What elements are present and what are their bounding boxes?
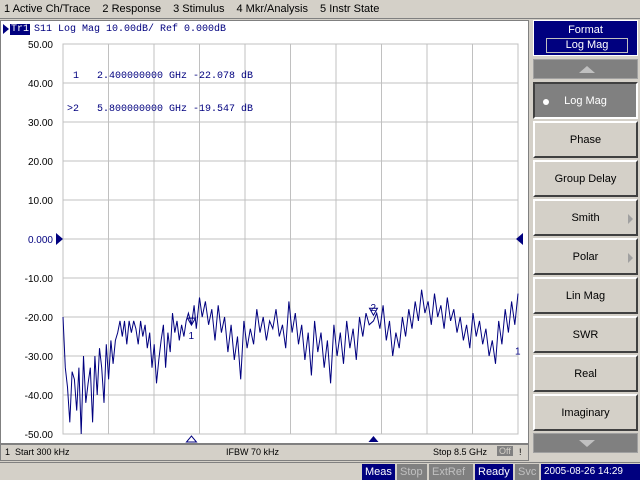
instrument-status-bar: Meas Stop ExtRef Ready Svc 2005-08-26 14… — [0, 462, 640, 480]
trace-id[interactable]: Tr1 — [10, 23, 31, 35]
softkey-log-mag[interactable]: Log Mag — [533, 82, 638, 119]
trace-header: Tr1 S11 Log Mag 10.00dB/ Ref 0.000dB — [3, 22, 226, 36]
chart-window[interactable]: 50.00 40.00 30.00 20.00 10.00 0.000 -10.00 -20.… — [0, 20, 529, 444]
softkey-real[interactable]: Real — [533, 355, 638, 392]
softkey-label: Smith — [571, 211, 600, 224]
menu-active-ch-trace[interactable]: 1 Active Ch/Trace — [4, 3, 90, 15]
softkey-smith[interactable]: Smith — [533, 199, 638, 236]
marker-2-readout: >2 5.800000000 GHz -19.547 dB — [67, 104, 254, 115]
softkey-group-delay[interactable]: Group Delay — [533, 160, 638, 197]
softkey-label: SWR — [572, 328, 599, 341]
softkey-label: Phase — [569, 133, 602, 146]
trace-settings: S11 Log Mag 10.00dB/ Ref 0.000dB — [34, 23, 227, 35]
softkey-current-value: Log Mag — [546, 38, 628, 53]
start-frequency[interactable]: Start 300 kHz — [15, 447, 70, 457]
date-time: 2005-08-26 14:29 — [541, 464, 640, 480]
softkey-label: Real — [574, 367, 597, 380]
correction-off-badge: Off — [497, 446, 513, 456]
reference-left-icon — [56, 233, 63, 245]
softkey-imaginary[interactable]: Imaginary — [533, 394, 638, 431]
softkey-label: Log Mag — [564, 94, 607, 107]
softkey-label: Polar — [572, 250, 599, 263]
softkey-label: Group Delay — [554, 172, 617, 185]
menu-response[interactable]: 2 Response — [102, 3, 161, 15]
svc-indicator: Svc — [515, 464, 539, 480]
ready-indicator: Ready — [475, 464, 513, 480]
softkey-phase[interactable]: Phase — [533, 121, 638, 158]
marker-2-label: 2 — [370, 303, 376, 314]
y-tick-label: 0.000 — [28, 235, 53, 246]
menu-bar: 1 Active Ch/Trace 2 Response 3 Stimulus … — [0, 0, 640, 19]
y-tick-label: 10.00 — [28, 196, 53, 207]
extref-indicator: ExtRef — [429, 464, 473, 480]
channel-number: 1 — [5, 447, 11, 457]
y-tick-label: -10.00 — [25, 274, 54, 285]
marker-1-label: 1 — [188, 331, 194, 342]
stop-indicator: Stop — [397, 464, 427, 480]
softkey-lin-mag[interactable]: Lin Mag — [533, 277, 638, 314]
warning-indicator: ! — [519, 447, 522, 457]
y-tick-label: -20.00 — [25, 313, 54, 324]
trace-end-label: 1 — [515, 346, 521, 357]
scroll-down-button[interactable] — [533, 433, 638, 453]
y-tick-label: 50.00 — [28, 40, 53, 51]
y-tick-label: 30.00 — [28, 118, 53, 129]
arrow-up-icon — [579, 66, 595, 73]
submenu-arrow-icon — [628, 214, 633, 224]
y-tick-label: -50.00 — [25, 430, 54, 441]
marker-readout: 1 2.400000000 GHz -22.078 dB >2 5.800000… — [67, 49, 253, 137]
y-tick-label: -40.00 — [25, 391, 54, 402]
menu-stimulus[interactable]: 3 Stimulus — [173, 3, 224, 15]
y-tick-label: 40.00 — [28, 79, 53, 90]
y-tick-label: 20.00 — [28, 157, 53, 168]
stop-frequency[interactable]: Stop 8.5 GHz — [433, 447, 487, 457]
reference-right-icon — [516, 233, 523, 245]
marker-2-position-icon — [368, 436, 379, 442]
marker-1-position-icon — [185, 435, 198, 443]
submenu-arrow-icon — [628, 253, 633, 263]
marker-1-readout: 1 2.400000000 GHz -22.078 dB — [67, 71, 254, 82]
menu-mkr-analysis[interactable]: 4 Mkr/Analysis — [236, 3, 308, 15]
menu-instr-state[interactable]: 5 Instr State — [320, 3, 379, 15]
ifbw-value[interactable]: IFBW 70 kHz — [226, 447, 279, 457]
softkey-menu-title: Format Log Mag — [533, 20, 638, 56]
arrow-down-icon — [579, 440, 595, 447]
softkey-polar[interactable]: Polar — [533, 238, 638, 275]
selected-dot-icon — [543, 99, 549, 105]
active-trace-icon — [3, 24, 9, 34]
softkey-label: Imaginary — [561, 406, 610, 419]
scroll-up-button[interactable] — [533, 59, 638, 79]
channel-status-bar: 1 Start 300 kHz IFBW 70 kHz Stop 8.5 GHz… — [0, 444, 529, 461]
meas-indicator: Meas — [362, 464, 395, 480]
softkey-swr[interactable]: SWR — [533, 316, 638, 353]
softkey-title-label: Format — [568, 24, 603, 36]
vna-window: 1 Active Ch/Trace 2 Response 3 Stimulus … — [0, 0, 640, 480]
y-tick-label: -30.00 — [25, 352, 54, 363]
softkey-panel: Format Log Mag Log Mag Phase Group Delay… — [530, 20, 640, 462]
softkey-label: Lin Mag — [565, 289, 606, 302]
